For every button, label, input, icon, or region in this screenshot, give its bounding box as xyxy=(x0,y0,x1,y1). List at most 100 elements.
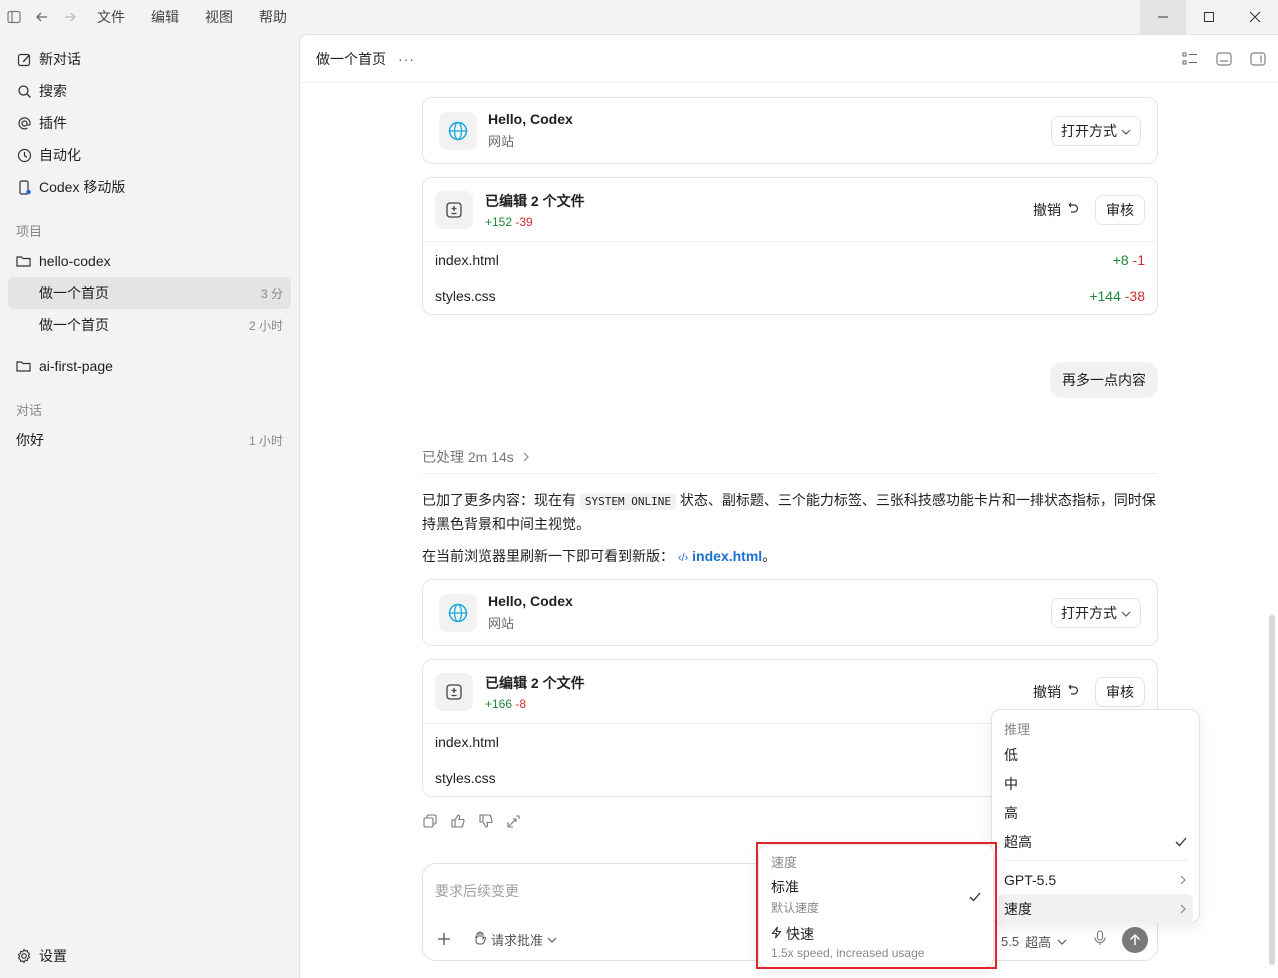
title-bar: 文件 编辑 视图 帮助 xyxy=(0,0,1278,34)
chevron-down-icon xyxy=(1121,605,1131,621)
back-arrow-icon[interactable] xyxy=(28,0,56,34)
processed-toggle[interactable]: 已处理 2m 14s xyxy=(422,440,1158,474)
reasoning-option-high[interactable]: 高 xyxy=(998,798,1193,827)
user-message: 再多一点内容 xyxy=(1050,362,1158,398)
menu-file[interactable]: 文件 xyxy=(84,7,138,27)
lightning-icon xyxy=(771,926,782,942)
chevron-right-icon xyxy=(522,449,530,465)
copy-icon[interactable] xyxy=(422,813,438,829)
review-button[interactable]: 审核 xyxy=(1095,676,1145,707)
forward-arrow-icon[interactable] xyxy=(56,0,84,34)
processed-label: 已处理 2m 14s xyxy=(422,448,514,465)
minimize-icon[interactable] xyxy=(1140,0,1186,34)
send-button[interactable] xyxy=(1122,927,1148,953)
thread-time: 2 小时 xyxy=(248,318,283,333)
nav-new-chat[interactable]: 新对话 xyxy=(0,43,299,75)
file-row[interactable]: styles.css +144 -38 xyxy=(423,278,1157,314)
reasoning-menu: 推理 低 中 高 超高 GPT-5.5 速度 xyxy=(991,709,1200,923)
search-icon xyxy=(16,83,32,99)
option-description: 1.5x speed, increased usage xyxy=(771,946,925,960)
menu-edit[interactable]: 编辑 xyxy=(138,7,192,27)
option-label: 中 xyxy=(1004,775,1018,792)
speed-option-fast[interactable]: 快速 1.5x speed, increased usage xyxy=(765,920,987,964)
globe-icon xyxy=(439,111,477,150)
folder-icon xyxy=(16,253,32,269)
model-selector[interactable]: 5.5 超高 xyxy=(1001,932,1067,951)
thread-title: 做一个首页 xyxy=(39,285,109,301)
conversation: Hello, Codex 网站 打开方式 已编辑 2 个文件 +152 -39 … xyxy=(422,97,1158,828)
file-row[interactable]: index.html +8 -1 xyxy=(423,242,1157,278)
undo-button[interactable]: 撤销 xyxy=(1033,200,1079,220)
add-attachment-icon[interactable] xyxy=(437,930,451,951)
sidebar: 新对话 搜索 插件 自动化 Codex 移动版 项目 hello-codex 做… xyxy=(0,34,299,978)
sidebar-toggle-icon[interactable] xyxy=(0,0,28,34)
project-hello-codex[interactable]: hello-codex xyxy=(0,245,299,277)
thread-item[interactable]: 做一个首页 2 小时 xyxy=(8,309,291,341)
file-link[interactable]: ‹/› index.html xyxy=(678,548,762,564)
undo-button[interactable]: 撤销 xyxy=(1033,682,1079,702)
option-label: 快速 xyxy=(786,926,814,942)
bottom-panel-icon[interactable] xyxy=(1214,49,1234,69)
reasoning-option-extra-high[interactable]: 超高 xyxy=(998,827,1193,856)
lines-removed: -1 xyxy=(1132,252,1145,268)
website-subtitle: 网站 xyxy=(488,134,515,149)
microphone-icon[interactable] xyxy=(1093,930,1107,949)
reasoning-option-medium[interactable]: 中 xyxy=(998,769,1193,798)
approval-mode-selector[interactable]: 请求批准 xyxy=(473,930,557,949)
model-submenu[interactable]: GPT-5.5 xyxy=(998,865,1193,894)
checkmark-icon xyxy=(969,889,981,905)
review-button[interactable]: 审核 xyxy=(1095,194,1145,225)
menu-view[interactable]: 视图 xyxy=(192,7,246,27)
nav-automation[interactable]: 自动化 xyxy=(0,139,299,171)
open-with-button[interactable]: 打开方式 xyxy=(1051,597,1141,628)
file-name: index.html xyxy=(435,252,499,268)
option-label: 低 xyxy=(1004,746,1018,763)
settings-button[interactable]: 设置 xyxy=(16,946,67,966)
option-label: 标准 xyxy=(771,879,799,895)
reply-text: 在当前浏览器里刷新一下即可看到新版： xyxy=(422,548,674,564)
open-with-button[interactable]: 打开方式 xyxy=(1051,115,1141,146)
reasoning-option-low[interactable]: 低 xyxy=(998,740,1193,769)
chat-item[interactable]: 你好 1 小时 xyxy=(8,424,291,456)
checklist-icon[interactable] xyxy=(1180,49,1200,69)
chevron-right-icon xyxy=(1179,872,1187,888)
side-panel-icon[interactable] xyxy=(1248,49,1268,69)
edited-files-title: 已编辑 2 个文件 xyxy=(485,674,585,691)
gear-icon xyxy=(16,948,32,964)
share-icon[interactable] xyxy=(506,813,522,829)
website-card: Hello, Codex 网站 打开方式 xyxy=(422,97,1158,164)
project-name: ai-first-page xyxy=(39,358,113,374)
assistant-reply-paragraph: 已加了更多内容：现在有 SYSTEM ONLINE 状态、副标题、三个能力标签、… xyxy=(422,489,1158,536)
checkmark-icon xyxy=(1175,834,1187,850)
edited-files-title: 已编辑 2 个文件 xyxy=(485,192,585,209)
menu-help[interactable]: 帮助 xyxy=(246,7,300,27)
header-actions xyxy=(1180,49,1268,69)
website-subtitle: 网站 xyxy=(488,616,515,631)
speed-option-standard[interactable]: 标准 默认速度 xyxy=(765,873,987,920)
maximize-icon[interactable] xyxy=(1186,0,1232,34)
lines-added: +166 xyxy=(485,696,513,711)
scrollbar[interactable] xyxy=(1269,615,1275,965)
nav-plugins[interactable]: 插件 xyxy=(0,107,299,139)
nav-label: Codex 移动版 xyxy=(39,179,126,195)
follow-up-input[interactable]: 要求后续变更 xyxy=(435,881,519,901)
speed-menu-header: 速度 xyxy=(771,854,798,870)
nav-search[interactable]: 搜索 xyxy=(0,75,299,107)
lines-removed: -38 xyxy=(1124,288,1145,304)
settings-label: 设置 xyxy=(39,948,67,964)
diff-icon xyxy=(435,672,473,711)
close-icon[interactable] xyxy=(1232,0,1278,34)
open-with-label: 打开方式 xyxy=(1061,122,1117,139)
project-ai-first-page[interactable]: ai-first-page xyxy=(0,350,299,382)
thumbs-up-icon[interactable] xyxy=(450,813,466,829)
nav-label: 新对话 xyxy=(39,51,81,67)
lines-added: +144 xyxy=(1089,288,1121,304)
speed-submenu[interactable]: 速度 xyxy=(998,894,1193,923)
more-options-button[interactable]: ··· xyxy=(398,51,415,67)
clock-icon xyxy=(16,147,32,163)
thread-title: 做一个首页 xyxy=(39,317,109,333)
code-icon: ‹/› xyxy=(677,552,689,564)
thumbs-down-icon[interactable] xyxy=(478,813,494,829)
thread-item[interactable]: 做一个首页 3 分 xyxy=(8,277,291,309)
nav-codex-mobile[interactable]: Codex 移动版 xyxy=(0,171,299,203)
